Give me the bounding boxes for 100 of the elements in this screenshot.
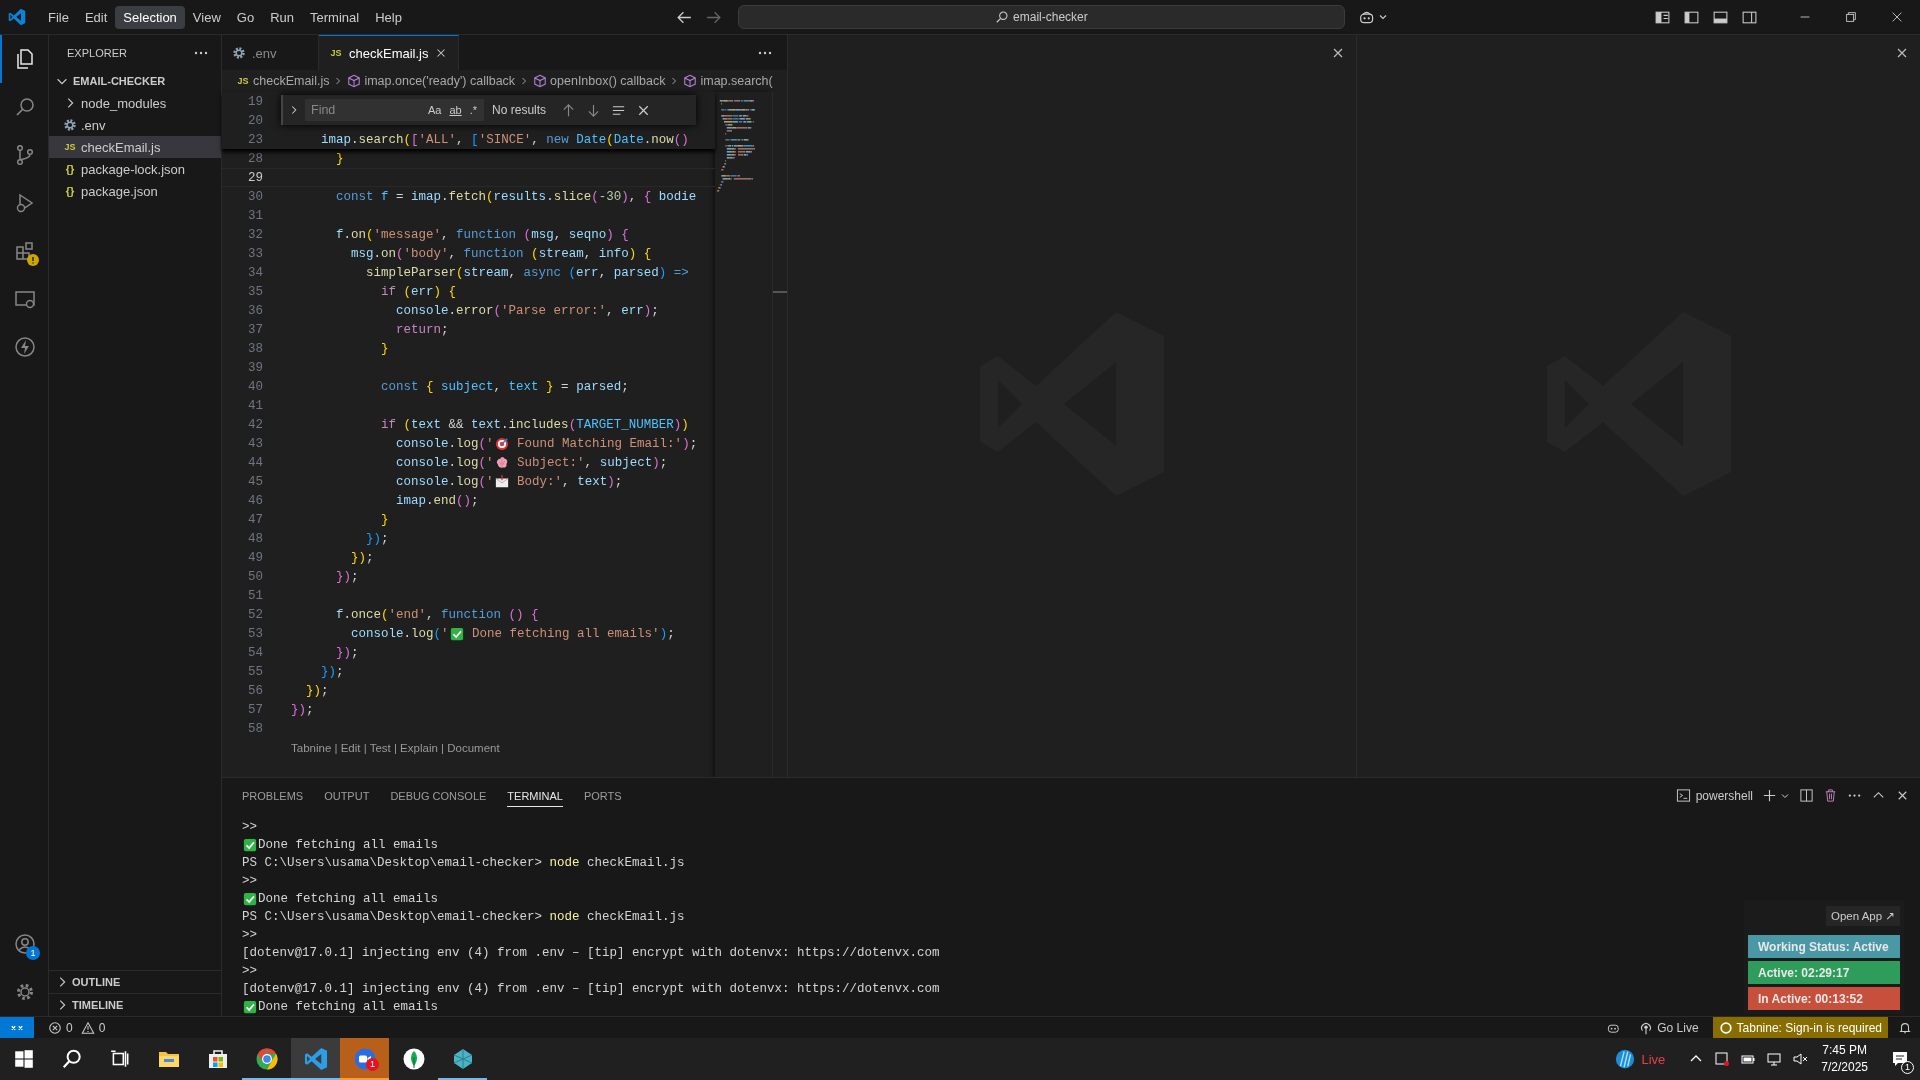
menu-item[interactable]: File <box>40 5 77 29</box>
vscode-icon <box>303 1047 328 1071</box>
go-live-button[interactable]: Go Live <box>1657 1020 1699 1035</box>
file-row[interactable]: .env <box>49 114 221 136</box>
accounts-button[interactable]: 1 <box>0 920 48 968</box>
notifications-button[interactable]: 1 <box>1880 1038 1920 1080</box>
notification-badge: 1 <box>26 946 40 960</box>
menu-item[interactable]: Go <box>228 5 263 29</box>
panel-tab[interactable]: PORTS <box>583 784 622 807</box>
find-option-toggle[interactable]: Aa <box>425 104 445 116</box>
folder-row[interactable]: EMAIL-CHECKER <box>49 70 221 92</box>
code-line: if (text && text.includes(TARGET_NUMBER)) <box>380 417 689 432</box>
line-number: 38 <box>247 341 264 356</box>
chrome-icon <box>254 1047 279 1071</box>
chevron-down-icon[interactable] <box>1377 12 1388 22</box>
person-icon <box>13 932 37 956</box>
code-line: }); <box>335 569 359 584</box>
section-header[interactable]: OUTLINE <box>49 970 221 993</box>
panel-tab[interactable]: PROBLEMS <box>242 784 304 807</box>
code-line: }); <box>305 683 329 698</box>
line-number: 19 <box>247 94 264 109</box>
code-line: }); <box>320 664 344 679</box>
panel-tab[interactable]: DEBUG CONSOLE <box>390 784 487 807</box>
error-count[interactable]: 0 <box>66 1020 73 1035</box>
code-text: console.log(' <box>395 455 494 470</box>
file-type-label: {} <box>64 163 76 175</box>
breadcrumb[interactable]: imap.once('ready') callback <box>364 74 516 88</box>
line-number: 29 <box>247 170 264 185</box>
code-line: if (err) { <box>380 284 457 299</box>
network-icon[interactable] <box>1766 1051 1783 1067</box>
weather-label[interactable]: Live <box>1641 1051 1666 1067</box>
regex-toggle[interactable]: .* <box>466 104 481 116</box>
code-line: }); <box>350 550 374 565</box>
code-line: }); <box>335 645 359 660</box>
file-name: package-lock.json <box>81 161 186 177</box>
gear-icon <box>232 46 246 60</box>
file-row[interactable]: node_modules <box>49 92 221 114</box>
line-number: 47 <box>247 512 264 527</box>
file-row[interactable]: {} package.json <box>49 180 221 202</box>
line-number: 35 <box>247 284 264 299</box>
bell-icon[interactable] <box>1898 1020 1912 1035</box>
find-option-toggle[interactable]: ab <box>446 104 465 116</box>
code-text: Subject:', subject); <box>516 455 668 470</box>
speaker-muted-icon[interactable] <box>1792 1051 1809 1067</box>
code-text: Done fetching all emails <box>258 892 439 906</box>
weather-icon[interactable] <box>1614 1048 1637 1070</box>
panel-tab[interactable]: OUTPUT <box>324 784 370 807</box>
breadcrumb[interactable]: imap.search( <box>700 74 773 88</box>
tab-title: checkEmail.js <box>349 45 429 61</box>
find-result: No results <box>492 103 547 117</box>
file-row[interactable]: JS checkEmail.js <box>49 136 221 158</box>
code-text: console.log(' <box>395 436 494 451</box>
plus-icon[interactable] <box>1762 788 1777 803</box>
find-field[interactable]: Find <box>305 99 425 121</box>
check-mark-icon <box>243 838 257 852</box>
screen-record-icon[interactable] <box>1714 1051 1731 1067</box>
file-type-label: {} <box>64 185 76 197</box>
menu-item[interactable]: Terminal <box>302 5 368 29</box>
menu-item[interactable]: Edit <box>76 5 116 29</box>
code-line: [dotenv@17.0.1] injecting env (4) from .env – [tip] encrypt with dotenvx: https://dotenvx.com <box>242 946 940 960</box>
trash-icon[interactable] <box>1823 788 1838 803</box>
line-number: 30 <box>247 189 264 204</box>
tabnine-status[interactable]: Tabnine: Sign-in is required <box>1712 1017 1888 1038</box>
clock[interactable]: 7:45 PM 7/2/2025 <box>1821 1038 1868 1080</box>
envelope-icon <box>494 474 509 489</box>
status-row: Active: 02:29:17 <box>1748 961 1900 984</box>
menu-item[interactable]: Run <box>262 5 302 29</box>
cube-icon <box>683 74 698 88</box>
open-app-button[interactable]: Open App ↗ <box>1826 906 1900 926</box>
line-number: 46 <box>247 493 264 508</box>
notification-count: 1 <box>1901 1061 1914 1074</box>
warning-count[interactable]: 0 <box>98 1020 106 1035</box>
menu-item[interactable]: Selection <box>115 5 185 29</box>
file-type-label: JS <box>236 76 250 86</box>
code-line: [dotenv@17.0.1] injecting env (4) from .env – [tip] encrypt with dotenvx: https://dotenvx.com <box>242 982 940 996</box>
editor-tab[interactable]: JS checkEmail.js <box>319 35 460 70</box>
zoom-app-button[interactable]: 1 <box>340 1038 389 1080</box>
breadcrumb[interactable]: checkEmail.js <box>253 74 330 88</box>
code-line: msg.on('body', function (stream, info) { <box>350 246 652 261</box>
file-name: node_modules <box>81 95 167 111</box>
command-center[interactable]: email-checker <box>737 5 1345 29</box>
split-icon[interactable] <box>1799 788 1814 803</box>
code-lens[interactable]: Tabnine | Edit | Test | Explain | Document <box>291 741 500 754</box>
menu-item[interactable]: View <box>184 5 229 29</box>
breadcrumb[interactable]: openInbox() callback <box>550 74 666 88</box>
panel-tab[interactable]: TERMINAL <box>507 784 563 807</box>
code-line: f.on('message', function (msg, seqno) { <box>335 227 629 242</box>
menu-item[interactable]: Help <box>367 5 410 29</box>
vscode-app-button[interactable] <box>291 1038 340 1080</box>
file-row[interactable]: {} package-lock.json <box>49 158 221 180</box>
line-number: 57 <box>247 702 264 717</box>
line-number: 58 <box>247 721 264 736</box>
check-mark-icon <box>243 1000 257 1014</box>
line-number: 48 <box>247 531 264 546</box>
folder-name: EMAIL-CHECKER <box>73 75 166 87</box>
terminal-icon <box>1675 788 1691 803</box>
brain-icon <box>494 455 509 470</box>
terminal-name[interactable]: powershell <box>1695 788 1753 803</box>
status-row: In Active: 00:13:52 <box>1748 987 1900 1010</box>
cube-icon <box>533 74 548 88</box>
